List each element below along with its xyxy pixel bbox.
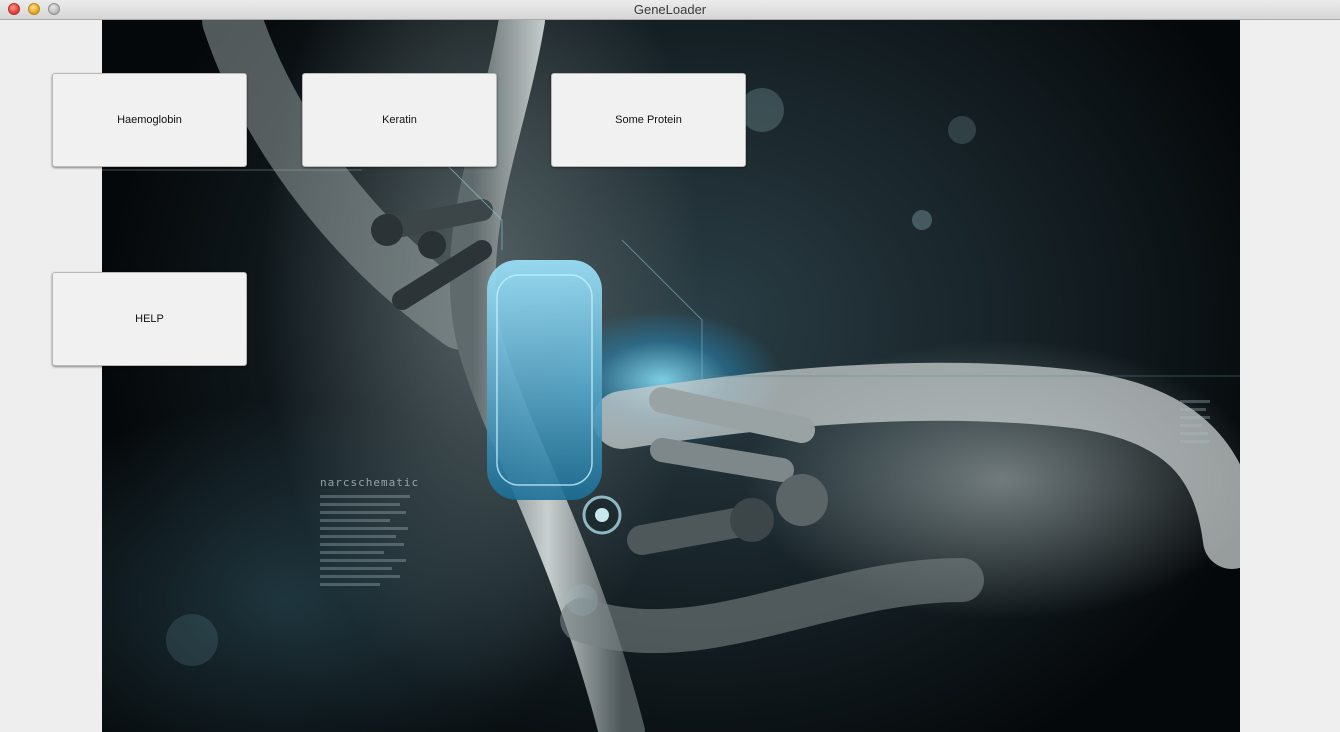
app-window: GeneLoader narcschematic Haemoglobin Ker…	[0, 0, 1340, 732]
keratin-button[interactable]: Keratin	[302, 73, 497, 167]
some-protein-button[interactable]: Some Protein	[551, 73, 746, 167]
right-pane	[1240, 20, 1340, 732]
title-bar[interactable]: GeneLoader	[0, 0, 1340, 20]
haemoglobin-button[interactable]: Haemoglobin	[52, 73, 247, 167]
window-title: GeneLoader	[633, 2, 707, 17]
background-watermark-text: narcschematic	[320, 476, 420, 489]
help-button[interactable]: HELP	[52, 272, 247, 366]
